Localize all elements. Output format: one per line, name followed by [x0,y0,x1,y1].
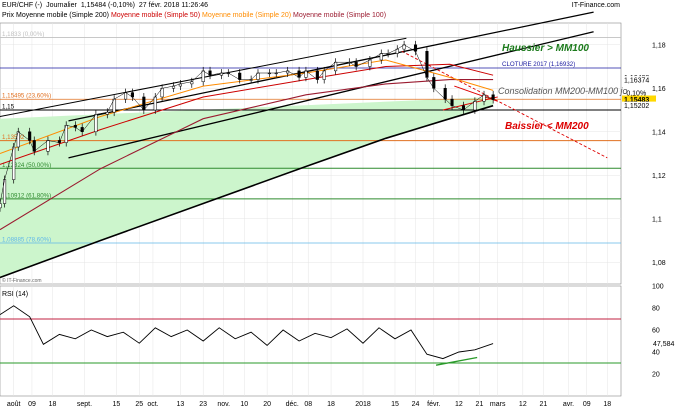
price-tick-label: 1,14 [652,129,666,136]
level-label: 1,1833 (0,00%) [2,31,44,38]
candle-body [491,94,495,100]
legend-prefix: Prix [2,12,16,19]
instrument-name: EUR/CHF (-) [2,2,42,9]
date-tick-label: 15 [113,401,121,408]
date-tick-label: 21 [476,401,484,408]
date-tick-label: 09 [583,401,591,408]
legend-row: Prix Moyenne mobile (Simple 200) Moyenne… [2,12,386,19]
price-tick-label: 1,08 [652,260,666,267]
copyright: © IT-Finance.com [2,277,42,284]
date-tick-label: 12 [519,401,527,408]
date-tick-label: nov. [217,401,230,408]
date-tick-label: 20 [263,401,271,408]
price-label: 1,15484 (-0,10%) [81,2,135,9]
date-label: 27 févr. 2018 11:26:46 [139,2,208,9]
price-tag-label: 1,15202 [624,103,649,110]
date-tick-label: 18 [49,401,57,408]
date-tick-label: avr. [563,401,574,408]
candle-body [12,146,16,180]
header: EUR/CHF (-) Journalier 1,15484 (-0,10%) 27 … [2,2,620,19]
legend-text: Prix Moyenne mobile (Simple 200) Moyenne… [2,12,386,19]
candle-body [473,101,477,111]
legend-item: Moyenne mobile (Simple 20) [202,12,293,19]
candle-body [16,131,20,148]
candle-body [379,53,383,61]
bear-annotation: Baissier < MM200 [505,121,589,132]
date-tick-label: déc. [286,401,299,408]
date-tick-label: 21 [539,401,547,408]
period-label: Journalier [46,2,77,9]
price-tick-label: 1,18 [652,42,666,49]
rsi-tick-label: 80 [652,306,660,313]
rsi-tick-label: 40 [652,350,660,357]
level-label: 1,15 [2,104,15,111]
candle-body [124,92,128,100]
candle-body [238,72,242,80]
legend-item: Moyenne mobile (Simple 100) [293,12,386,19]
rsi-last-value: 47,584 [653,341,675,348]
date-tick-label: 18 [327,401,335,408]
level-label: 1,13592 [2,134,25,141]
legend-item: Moyenne mobile (Simple 50) [111,12,202,19]
date-tick-label: août [7,401,21,408]
legend-item: Moyenne mobile (Simple 200) [16,12,111,19]
date-tick-label: 12 [455,401,463,408]
candle-body [0,203,2,209]
candle-body [201,70,205,82]
candle-body [28,131,32,141]
date-tick-label: 24 [412,401,420,408]
rsi-axis: 100 80 60 40 20 47,584 [652,284,675,379]
candle-body [46,140,50,152]
candle-body [94,114,98,132]
date-tick-label: 25 [135,401,143,408]
candle-body [482,94,486,102]
source-label: IT-Finance.com [572,2,620,9]
date-tick-label: mars [490,401,506,408]
date-tick-label: 2018 [355,401,371,408]
consolidation-annotation: Consolidation MM200-MM100 jo [498,86,628,96]
cloture-label: CLOTURE 2017 (1,16932) [502,61,575,68]
candle-body [334,61,338,72]
price-panel: 1,1833 (0,00%) CLOTURE 2017 (1,16932) 1,15… [0,11,666,285]
level-label: 1,15495 (23,60%) [2,93,51,100]
date-tick-label: 15 [391,401,399,408]
level-label: 1,08885 (78,60%) [2,237,51,244]
price-tag-label: 1,16374 [624,77,649,84]
date-tick-label: 09 [28,401,36,408]
candle-body [413,44,418,52]
bull-annotation: Haussier > MM100 [502,43,589,54]
candle-body [142,96,146,111]
candle-body [153,96,157,111]
rsi-panel-frame [0,285,622,397]
date-tick-label: 13 [176,401,184,408]
rsi-tick-label: 100 [652,284,664,291]
date-axis: août 09 18 sept. 15 25 oct. 13 23 nov. 10 20 déc. 08 1… [7,401,611,408]
price-tick-label: 1,16 [652,86,666,93]
rsi-tick-label: 20 [652,372,660,379]
date-tick-label: oct. [147,401,158,408]
candle-body [443,88,447,100]
rsi-tick-label: 60 [652,328,660,335]
date-tick-label: 18 [603,401,611,408]
instrument-title: EUR/CHF (-) Journalier 1,15484 (-0,10%) 27 … [2,2,208,9]
candle-body [368,59,372,67]
date-tick-label: 10 [240,401,248,408]
rsi-panel: RSI (14) 100 80 60 40 20 47,584 [0,284,675,397]
candle-body [425,51,429,78]
date-tick-label: sept. [77,401,92,408]
date-tick-label: 08 [304,401,312,408]
rsi-title: RSI (14) [2,291,28,298]
price-tick-label: 1,12 [652,173,666,180]
level-label: 1,10912 (61,80%) [2,192,51,199]
date-tick-label: 23 [199,401,207,408]
price-tick-label: 1,1 [652,216,662,223]
eurchf-chart: EUR/CHF (-) Journalier 1,15484 (-0,10%) 27 … [0,2,675,408]
date-tick-label: févr. [427,401,440,408]
